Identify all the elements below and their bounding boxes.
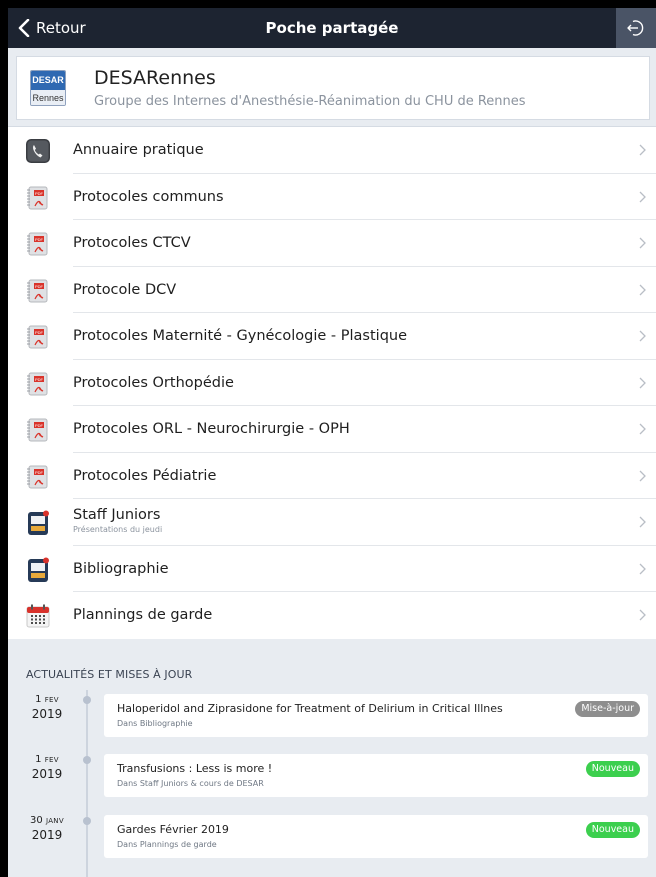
navigation-bar: Retour Poche partagée	[8, 8, 656, 48]
status-badge: Mise-à-jour	[575, 701, 640, 717]
menu-item-label: Protocoles CTCV	[73, 235, 191, 251]
logout-button[interactable]	[616, 8, 656, 48]
news-date: 1 FEV 2019	[31, 694, 63, 721]
organization-header: DESAR Rennes DESARennes Groupe des Inter…	[16, 56, 650, 120]
chevron-right-icon	[639, 191, 646, 202]
menu-item-label: Annuaire pratique	[73, 142, 204, 158]
menu-item-label: Protocoles ORL - Neurochirurgie - OPH	[73, 421, 350, 437]
news-section-heading: ACTUALITÉS ET MISES À JOUR	[26, 668, 193, 681]
timeline-dot	[83, 817, 91, 825]
menu-item-label: Bibliographie	[73, 560, 169, 577]
news-title: Transfusions : Less is more !	[117, 762, 273, 775]
news-title: Gardes Février 2019	[117, 823, 229, 836]
back-button[interactable]: Retour	[18, 8, 86, 48]
status-badge: Nouveau	[585, 822, 640, 838]
news-title: Haloperidol and Ziprasidone for Treatmen…	[117, 702, 503, 715]
news-card[interactable]: Transfusions : Less is more ! Dans Staff…	[104, 754, 648, 797]
chevron-right-icon	[639, 470, 646, 481]
organization-subtitle: Groupe des Internes d'Anesthésie-Réanima…	[94, 94, 526, 109]
chevron-right-icon	[639, 284, 646, 295]
svg-text:PDF: PDF	[35, 470, 44, 475]
menu-item-annuaire-pratique[interactable]: Annuaire pratique	[8, 127, 656, 174]
menu-item-sublabel: Présentations du jeudi	[73, 525, 163, 534]
status-badge: Nouveau	[585, 761, 640, 777]
pdf-icon: PDF	[27, 465, 48, 488]
menu-item-label: Protocoles communs	[73, 188, 224, 205]
menu-list: Annuaire pratique PDF Protocoles communs…	[8, 126, 656, 639]
svg-text:PDF: PDF	[35, 237, 44, 242]
menu-item-label: Plannings de garde	[73, 607, 213, 623]
page-title: Poche partagée	[265, 19, 399, 37]
menu-item-plannings-de-garde[interactable]: Plannings de garde	[8, 592, 656, 639]
news-item: 1 FEV 2019 Transfusions : Less is more !…	[8, 754, 656, 802]
logout-icon	[627, 20, 644, 36]
svg-text:PDF: PDF	[35, 284, 44, 289]
news-card[interactable]: Gardes Février 2019 Dans Plannings de ga…	[104, 815, 648, 858]
pdf-icon: PDF	[27, 186, 48, 209]
chevron-right-icon	[639, 609, 646, 621]
news-subtitle: Dans Staff Juniors & cours de DESAR	[117, 779, 264, 788]
menu-item-protocoles-orthopedie[interactable]: PDF Protocoles Orthopédie	[8, 360, 656, 406]
presentation-icon	[28, 510, 49, 535]
menu-item-protocoles-maternite[interactable]: PDF Protocoles Maternité - Gynécologie -…	[8, 313, 656, 360]
menu-item-protocoles-orl[interactable]: PDF Protocoles ORL - Neurochirurgie - OP…	[8, 406, 656, 453]
news-card[interactable]: Haloperidol and Ziprasidone for Treatmen…	[104, 694, 648, 737]
chevron-right-icon	[639, 563, 646, 574]
chevron-right-icon	[639, 377, 646, 388]
news-item: 1 FEV 2019 Haloperidol and Ziprasidone f…	[8, 694, 656, 742]
chevron-right-icon	[639, 237, 646, 249]
news-subtitle: Dans Bibliographie	[117, 719, 193, 728]
organization-title: DESARennes	[94, 67, 216, 89]
svg-text:PDF: PDF	[35, 330, 44, 335]
phone-icon	[26, 139, 50, 163]
timeline-dot	[83, 756, 91, 764]
pdf-icon: PDF	[27, 418, 48, 442]
desar-logo: DESAR Rennes	[30, 70, 66, 106]
menu-item-protocole-dcv[interactable]: PDF Protocole DCV	[8, 267, 656, 313]
news-date: 1 FEV 2019	[31, 754, 63, 781]
menu-item-protocoles-ctcv[interactable]: PDF Protocoles CTCV	[8, 220, 656, 267]
timeline-dot	[83, 696, 91, 704]
calendar-icon	[26, 604, 50, 628]
menu-item-bibliographie[interactable]: Bibliographie	[8, 546, 656, 592]
svg-text:PDF: PDF	[35, 377, 44, 382]
news-date: 30 JANV 2019	[30, 815, 64, 842]
pdf-icon: PDF	[27, 372, 48, 395]
pdf-icon: PDF	[27, 325, 48, 349]
menu-item-label: Protocoles Orthopédie	[73, 374, 234, 391]
news-subtitle: Dans Plannings de garde	[117, 840, 217, 849]
pdf-icon: PDF	[27, 232, 48, 256]
chevron-right-icon	[639, 144, 646, 156]
presentation-icon	[28, 557, 49, 582]
news-item: 30 JANV 2019 Gardes Février 2019 Dans Pl…	[8, 815, 656, 863]
back-button-label: Retour	[36, 19, 86, 37]
menu-item-label: Protocoles Pédiatrie	[73, 467, 217, 484]
app-screen: Retour Poche partagée DESAR Rennes DESAR…	[8, 8, 656, 877]
svg-text:PDF: PDF	[35, 191, 44, 196]
chevron-left-icon	[18, 19, 30, 37]
menu-item-protocoles-pediatrie[interactable]: PDF Protocoles Pédiatrie	[8, 453, 656, 499]
chevron-right-icon	[639, 423, 646, 435]
menu-item-label: Protocole DCV	[73, 281, 177, 298]
menu-item-staff-juniors[interactable]: Staff Juniors Présentations du jeudi	[8, 499, 656, 546]
menu-item-label: Staff Juniors	[73, 507, 161, 523]
pdf-icon: PDF	[27, 279, 48, 302]
menu-item-protocoles-communs[interactable]: PDF Protocoles communs	[8, 174, 656, 220]
menu-item-label: Protocoles Maternité - Gynécologie - Pla…	[73, 328, 408, 344]
chevron-right-icon	[639, 330, 646, 342]
svg-text:PDF: PDF	[35, 423, 44, 428]
chevron-right-icon	[639, 516, 646, 528]
